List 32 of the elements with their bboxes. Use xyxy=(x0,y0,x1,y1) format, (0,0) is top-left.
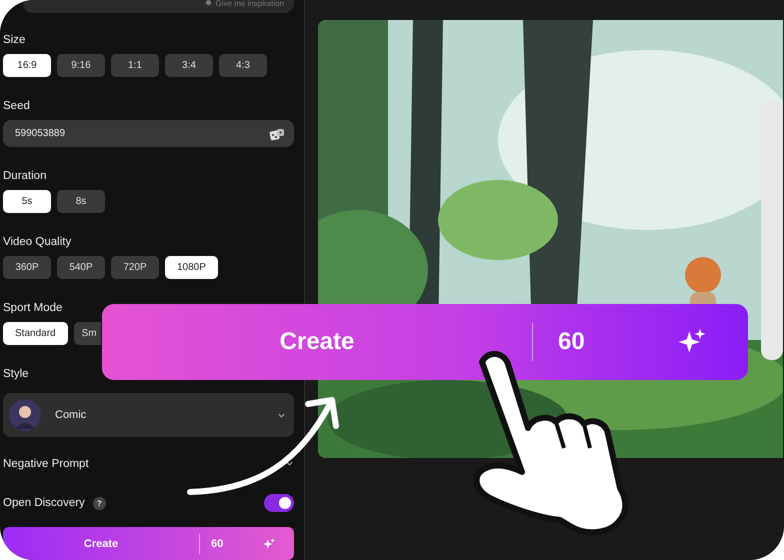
option-button[interactable]: 360P xyxy=(3,256,51,280)
option-button[interactable]: 16:9 xyxy=(3,54,51,77)
section-label: Duration xyxy=(3,169,48,184)
sparkle-icon xyxy=(262,536,276,551)
option-button[interactable]: Sm xyxy=(74,322,101,346)
option-button[interactable]: 5s xyxy=(3,190,51,214)
chevron-down-icon[interactable] xyxy=(285,459,294,468)
option-button[interactable]: 720P xyxy=(111,256,159,280)
section-label: Seed xyxy=(3,98,31,113)
option-button[interactable]: 4:3 xyxy=(219,54,267,77)
option-button[interactable]: 3:4 xyxy=(165,54,213,77)
create-button[interactable]: Create 60 xyxy=(102,304,748,380)
option-button[interactable]: 1080P xyxy=(165,256,218,280)
style-dropdown[interactable]: Comic xyxy=(3,393,294,437)
section-label: Video Quality xyxy=(3,235,72,250)
option-button[interactable]: 9:16 xyxy=(57,54,105,77)
option-button[interactable]: Standard xyxy=(3,322,68,346)
section-label: Style xyxy=(3,367,30,382)
dice-icon xyxy=(269,126,285,140)
section-label: Size xyxy=(3,32,26,47)
option-button[interactable]: 1:1 xyxy=(111,54,159,77)
help-badge[interactable]: ? xyxy=(92,496,106,510)
bulb-icon xyxy=(204,0,212,8)
negative-prompt-label: Negative Prompt xyxy=(3,458,89,470)
create-button[interactable]: Create 60 xyxy=(3,527,294,560)
seed-field[interactable]: 599053889 xyxy=(3,120,294,148)
toggle-switch[interactable] xyxy=(264,494,294,512)
open-discovery-label: Open Discovery xyxy=(3,497,85,510)
option-button[interactable]: 8s xyxy=(57,190,105,214)
option-button[interactable]: 540P xyxy=(57,256,105,280)
section-label: Sport Mode xyxy=(3,301,64,316)
avatar-icon xyxy=(9,399,41,432)
